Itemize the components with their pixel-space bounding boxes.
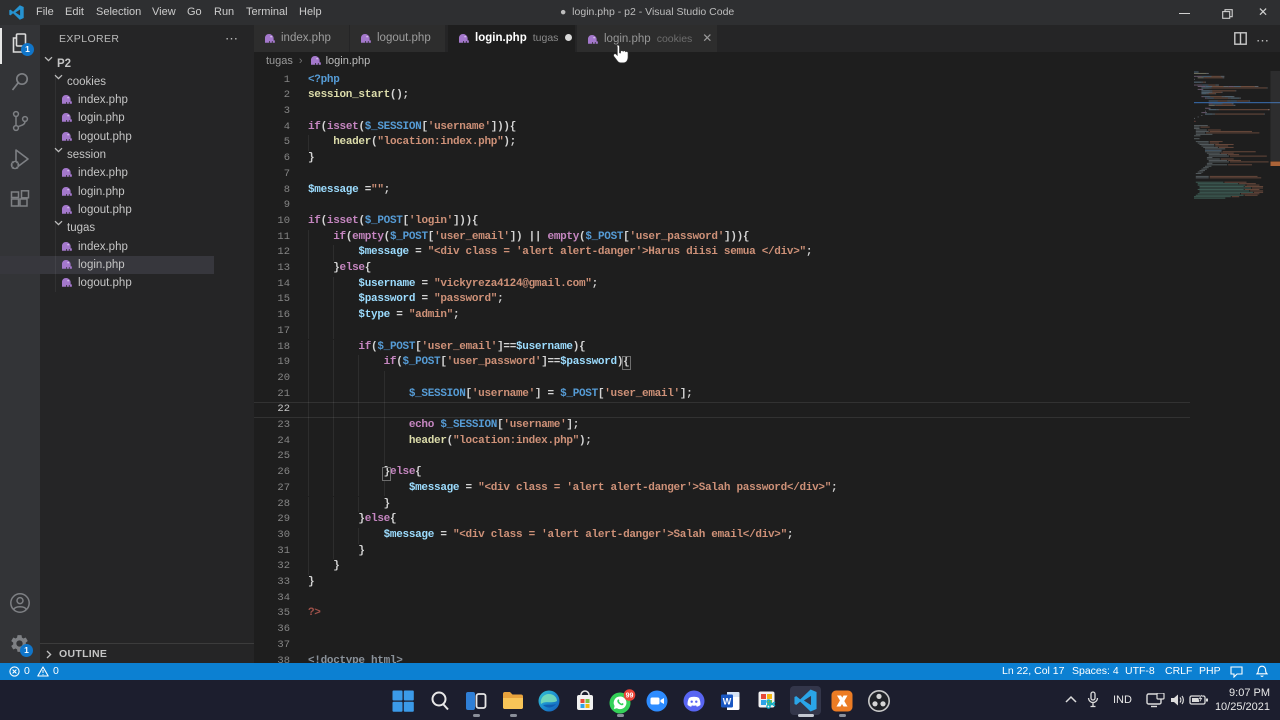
svg-text:W: W [723,697,732,707]
svg-text:99: 99 [626,692,634,699]
